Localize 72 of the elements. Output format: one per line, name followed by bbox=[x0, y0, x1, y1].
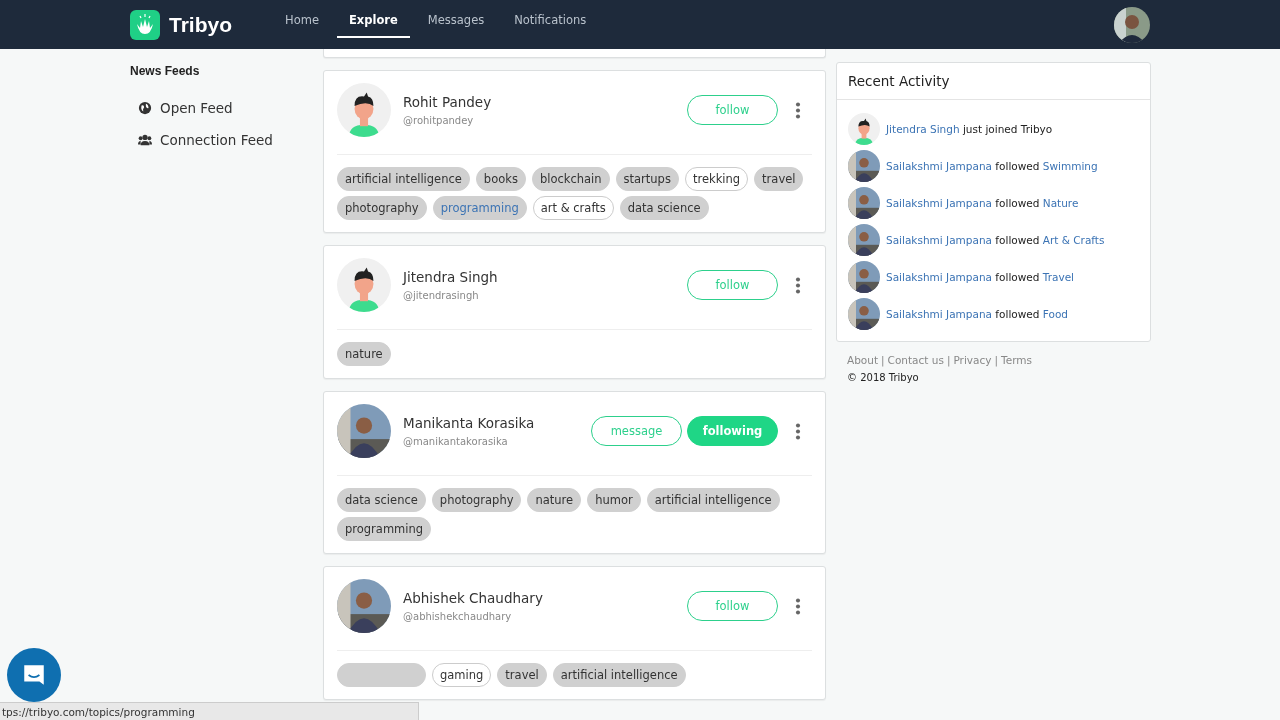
topic-tag[interactable]: art & crafts bbox=[532, 196, 614, 220]
chat-icon bbox=[21, 662, 47, 688]
topic-tag[interactable]: books bbox=[475, 167, 526, 191]
topic-link[interactable]: Food bbox=[1042, 308, 1068, 320]
footer-link[interactable]: Contact us bbox=[887, 354, 944, 366]
user-link[interactable]: Sailakshmi Jampana bbox=[886, 308, 992, 320]
activity-text: Sailakshmi Jampana followed Art & Crafts bbox=[886, 234, 1105, 246]
panel-title: Recent Activity bbox=[837, 63, 1150, 100]
activity-text: Sailakshmi Jampana followed Swimming bbox=[886, 160, 1098, 172]
activity-text: Sailakshmi Jampana followed Travel bbox=[886, 271, 1074, 283]
activity-text: Sailakshmi Jampana followed Nature bbox=[886, 197, 1079, 209]
more-icon bbox=[795, 597, 801, 615]
topic-tag[interactable]: nature bbox=[527, 488, 582, 512]
nav-tab[interactable]: Notifications bbox=[502, 0, 599, 38]
topic-tag[interactable]: data science bbox=[619, 196, 709, 220]
user-name[interactable]: Jitendra Singh bbox=[403, 269, 687, 285]
sidebar-item[interactable]: Open Feed bbox=[130, 92, 323, 124]
topic-tag[interactable]: artificial intelligence bbox=[552, 663, 686, 687]
nav-tab[interactable]: Messages bbox=[415, 0, 497, 38]
user-name[interactable]: Rohit Pandey bbox=[403, 94, 687, 110]
topic-tag[interactable]: startups bbox=[615, 167, 679, 191]
user-link[interactable]: Sailakshmi Jampana bbox=[886, 197, 992, 209]
logo-icon[interactable] bbox=[130, 9, 160, 40]
topic-tag[interactable]: humor bbox=[587, 488, 641, 512]
topic-tag[interactable]: photography bbox=[431, 488, 522, 512]
user-link[interactable]: Sailakshmi Jampana bbox=[886, 271, 992, 283]
topic-tag[interactable]: artificial intelligence bbox=[337, 167, 470, 191]
more-icon bbox=[795, 276, 801, 294]
nav-tab[interactable]: Home bbox=[273, 0, 331, 38]
brand-name[interactable]: Tribyo bbox=[169, 12, 232, 37]
footer-link[interactable]: Terms bbox=[1001, 354, 1032, 366]
user-name[interactable]: Abhishek Chaudhary bbox=[403, 590, 687, 606]
globe-icon bbox=[138, 101, 152, 115]
copyright-text: © 2018 Tribyo bbox=[846, 372, 920, 383]
topic-tag[interactable]: nature bbox=[337, 342, 391, 366]
user-handle: @rohitpandey bbox=[403, 115, 475, 126]
footer-link[interactable]: About bbox=[847, 354, 879, 366]
topic-link[interactable]: Nature bbox=[1042, 197, 1079, 209]
topic-tag[interactable]: travel bbox=[754, 167, 804, 191]
activity-text: Sailakshmi Jampana followed Food bbox=[886, 308, 1068, 320]
topic-link[interactable]: Art & Crafts bbox=[1042, 234, 1105, 246]
user-link[interactable]: Sailakshmi Jampana bbox=[886, 234, 992, 246]
topic-tag[interactable]: photography bbox=[337, 196, 427, 220]
topic-tag[interactable]: data science bbox=[337, 488, 426, 512]
user-link[interactable]: Jitendra Singh bbox=[886, 123, 960, 135]
chat-button[interactable] bbox=[7, 648, 61, 702]
more-icon bbox=[795, 101, 801, 119]
profile-avatar[interactable] bbox=[1114, 6, 1150, 43]
topic-tag[interactable]: gaming bbox=[432, 663, 492, 687]
separator: | bbox=[881, 354, 885, 366]
more-icon bbox=[795, 422, 801, 440]
user-handle: @abhishekchaudhary bbox=[403, 611, 513, 622]
nav-tab[interactable]: Explore bbox=[337, 0, 410, 38]
topic-tag[interactable]: artificial intelligence bbox=[646, 488, 780, 512]
user-handle: @manikantakorasika bbox=[403, 436, 509, 447]
topic-link[interactable]: Swimming bbox=[1042, 160, 1098, 172]
sidebar-heading: News Feeds bbox=[130, 64, 201, 78]
separator: | bbox=[946, 354, 951, 366]
sidebar-item[interactable]: Connection Feed bbox=[130, 124, 323, 156]
separator: | bbox=[994, 354, 999, 366]
users-icon bbox=[138, 133, 152, 147]
user-name[interactable]: Manikanta Korasika bbox=[403, 415, 591, 431]
topic-tag[interactable]: programming bbox=[337, 517, 432, 541]
status-bar-url: tps://tribyo.com/topics/programming bbox=[0, 702, 419, 720]
topic-tag[interactable]: blockchain bbox=[531, 167, 610, 191]
activity-text: Jitendra Singh just joined Tribyo bbox=[886, 123, 1053, 135]
user-handle: @jitendrasingh bbox=[403, 290, 480, 301]
user-link[interactable]: Sailakshmi Jampana bbox=[886, 160, 992, 172]
topic-link[interactable]: Travel bbox=[1042, 271, 1074, 283]
footer-link[interactable]: Privacy bbox=[953, 354, 992, 366]
topic-tag[interactable]: travel bbox=[497, 663, 547, 687]
topic-tag[interactable]: trekking bbox=[684, 167, 749, 191]
